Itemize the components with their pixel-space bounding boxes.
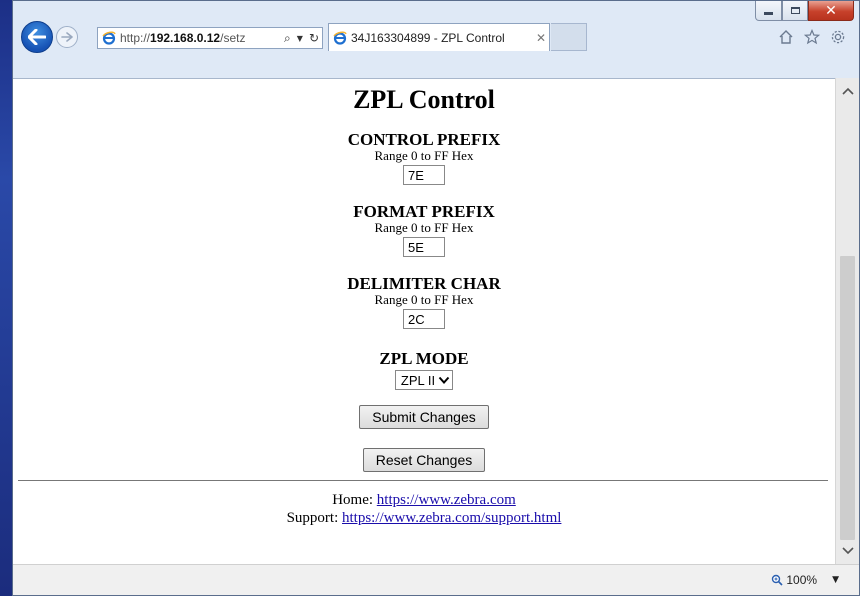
divider <box>18 480 828 481</box>
reset-changes-button[interactable]: Reset Changes <box>362 448 486 472</box>
delimiter-char-range: Range 0 to FF Hex <box>374 292 474 307</box>
scroll-down-icon <box>841 547 854 555</box>
zoom-level: 100% <box>786 573 818 587</box>
home-icon[interactable] <box>777 28 795 46</box>
star-icon[interactable] <box>803 28 821 46</box>
zpl-mode-value: ZPL II <box>400 372 436 388</box>
url-scheme: http:// <box>120 31 151 45</box>
zoom-control[interactable]: 100% ▼ <box>771 573 839 587</box>
delimiter-char-input[interactable] <box>403 309 445 329</box>
url-host: 192.168.0.12 <box>150 31 221 45</box>
control-prefix-label: CONTROL PREFIX <box>347 130 501 149</box>
delimiter-char-group: DELIMITER CHAR Range 0 to FF Hex <box>13 274 835 329</box>
toolbar-icons <box>777 28 847 46</box>
zpl-mode-group: ZPL MODE ZPL II <box>13 349 835 390</box>
refresh-icon[interactable]: ↻ <box>309 31 319 45</box>
control-prefix-input[interactable] <box>403 165 445 185</box>
delimiter-char-label: DELIMITER CHAR <box>347 274 501 293</box>
page-footer: Home: https://www.zebra.com Support: htt… <box>13 491 835 527</box>
page-viewport: ZPL Control CONTROL PREFIX Range 0 to FF… <box>13 78 835 564</box>
ie-logo-icon <box>333 31 347 45</box>
vertical-scrollbar[interactable] <box>835 78 859 564</box>
url-path: /setz <box>220 31 246 45</box>
scroll-up-icon <box>841 87 854 95</box>
format-prefix-input[interactable] <box>403 237 445 257</box>
format-prefix-group: FORMAT PREFIX Range 0 to FF Hex <box>13 202 835 257</box>
submit-wrap: Submit Changes <box>13 405 835 429</box>
submit-changes-button[interactable]: Submit Changes <box>359 405 489 429</box>
back-arrow-icon <box>28 29 46 45</box>
format-prefix-range: Range 0 to FF Hex <box>374 220 474 235</box>
scroll-down-button[interactable] <box>836 540 859 562</box>
gear-icon[interactable] <box>829 28 847 46</box>
control-prefix-group: CONTROL PREFIX Range 0 to FF Hex <box>13 130 835 185</box>
forward-arrow-icon <box>61 32 73 42</box>
zoom-icon <box>772 574 783 586</box>
scrollbar-thumb[interactable] <box>840 256 855 540</box>
page-title: ZPL Control <box>353 85 495 114</box>
support-label: Support: <box>286 510 339 526</box>
back-button[interactable] <box>21 21 53 53</box>
tab-title: 34J163304899 - ZPL Control <box>351 30 505 45</box>
ie-logo-icon <box>102 31 116 45</box>
chevron-down-icon <box>438 376 450 384</box>
dropdown-icon[interactable]: ▼ <box>297 34 303 43</box>
footer-home-line: Home: https://www.zebra.com <box>13 491 835 509</box>
forward-button[interactable] <box>56 26 78 48</box>
control-prefix-range: Range 0 to FF Hex <box>374 148 474 163</box>
footer-support-line: Support: https://www.zebra.com/support.h… <box>13 509 835 527</box>
address-url[interactable]: http://192.168.0.12/setz <box>120 31 281 45</box>
zpl-mode-label: ZPL MODE <box>379 349 469 368</box>
browser-window: ✕ http://192.168.0.12/setz ⌕ ▼ ↻ 34J1633… <box>12 0 860 596</box>
address-bar[interactable]: http://192.168.0.12/setz ⌕ ▼ ↻ <box>97 27 323 49</box>
desktop-background <box>0 0 12 596</box>
scroll-up-button[interactable] <box>836 80 859 102</box>
home-label: Home: <box>332 492 374 508</box>
chevron-down-icon[interactable]: ▼ <box>832 575 839 585</box>
reset-wrap: Reset Changes <box>13 448 835 472</box>
search-icon[interactable]: ⌕ <box>284 31 291 46</box>
new-tab-button[interactable] <box>551 23 587 51</box>
navigation-bar: http://192.168.0.12/setz ⌕ ▼ ↻ 34J163304… <box>13 11 859 71</box>
zpl-mode-select[interactable]: ZPL II <box>394 370 454 390</box>
support-link[interactable]: https://www.zebra.com/support.html <box>342 510 561 526</box>
tab-zpl-control[interactable]: 34J163304899 - ZPL Control ✕ <box>328 23 550 51</box>
status-bar: 100% ▼ <box>13 564 859 595</box>
home-link[interactable]: https://www.zebra.com <box>377 492 516 508</box>
tab-close-icon[interactable]: ✕ <box>533 31 549 45</box>
format-prefix-label: FORMAT PREFIX <box>353 202 495 221</box>
